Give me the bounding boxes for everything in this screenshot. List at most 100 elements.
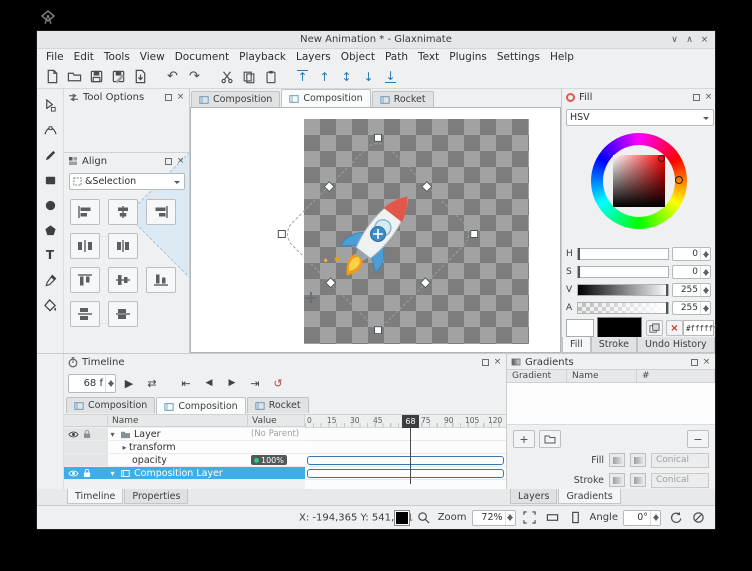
tool-draw-bezier[interactable] [39,119,61,141]
hue-spinbox[interactable]: 0 [672,247,711,261]
timeline-header[interactable]: Timeline × [64,354,506,370]
current-color-swatch[interactable] [597,317,642,338]
tool-options-header[interactable]: Tool Options × [64,89,189,105]
tool-edit-nodes[interactable] [39,94,61,116]
float-panel-icon[interactable] [482,359,489,366]
zoom-fit-button[interactable] [521,509,539,526]
tool-draw-freehand[interactable] [39,144,61,166]
lower-button[interactable]: ↓ [358,67,379,87]
anchor-point-marker[interactable] [305,292,316,303]
hue-marker[interactable] [675,176,683,184]
next-frame-button[interactable]: ▶ [222,373,242,393]
layer-row[interactable]: ▾ Layer (No Parent) [64,428,305,441]
saturation-spinbox[interactable]: 0 [672,265,711,279]
move-to-top-button[interactable]: ↑ [292,67,313,87]
gradients-header[interactable]: Gradients × [507,354,715,370]
move-to-bottom-button[interactable]: ↓ [380,67,401,87]
playhead[interactable] [410,428,411,484]
canvas-tab-rocket[interactable]: Rocket [372,91,434,107]
menu-path[interactable]: Path [380,51,413,63]
alpha-slider[interactable] [577,302,669,314]
no-rotation-button[interactable] [689,509,707,526]
stroke-radial-toggle[interactable] [630,473,646,487]
tool-ellipse[interactable] [39,194,61,216]
menu-text[interactable]: Text [413,51,444,63]
tool-star[interactable] [39,219,61,241]
new-document-button[interactable] [42,67,63,87]
align-relative-to-select[interactable]: &Selection [69,173,185,190]
menu-document[interactable]: Document [170,51,234,63]
glaxnimate-desktop-icon[interactable] [38,8,58,28]
angle-spinbox[interactable]: 0° [623,510,661,526]
menu-file[interactable]: File [41,51,69,63]
menu-view[interactable]: View [135,51,170,63]
tool-fill[interactable] [39,294,61,316]
timeline-tracks[interactable]: 0 15 30 45 75 90 105 120 68 [305,414,506,490]
open-document-button[interactable] [64,67,85,87]
color-space-select[interactable]: HSV [566,109,714,126]
alpha-spinbox[interactable]: 255 [672,301,711,315]
palette-button[interactable] [646,320,663,336]
loop-button[interactable]: ⇄ [142,373,162,393]
close-button[interactable]: × [697,35,712,45]
transform-row[interactable]: ▸ transform [64,441,305,454]
save-button[interactable] [86,67,107,87]
frame-ruler[interactable]: 0 15 30 45 75 90 105 120 68 [305,415,506,428]
float-panel-icon[interactable] [165,158,172,165]
gradient-list[interactable] [507,383,715,425]
close-panel-icon[interactable]: × [702,357,711,367]
play-button[interactable]: ▶ [119,373,139,393]
opacity-row[interactable]: opacity 100% [64,454,305,467]
value-slider[interactable] [577,284,669,296]
frame-spinbox[interactable]: 68 f [68,374,116,393]
menu-tools[interactable]: Tools [99,51,135,63]
close-panel-icon[interactable]: × [493,357,502,367]
clear-color-button[interactable]: × [666,320,683,336]
redo-button[interactable]: ↷ [184,67,205,87]
sv-marker[interactable] [658,155,665,162]
visibility-eye-icon[interactable] [68,469,79,478]
undo-button[interactable]: ↶ [162,67,183,87]
fit-width-button[interactable] [544,509,562,526]
cut-button[interactable] [216,67,237,87]
move-layer-button[interactable]: ↕ [336,67,357,87]
canvas-tab-composition-1[interactable]: Composition [191,91,280,107]
fill-gradient-type-select[interactable]: Conical [651,453,709,468]
go-last-frame-button[interactable]: ⇥ [245,373,265,393]
add-gradient-button[interactable]: + [513,430,535,448]
new-gradient-preset-button[interactable] [539,430,561,448]
expander-icon[interactable]: ▸ [120,443,129,452]
selection-handle-corner[interactable] [470,230,478,238]
menu-help[interactable]: Help [545,51,579,63]
dock-tab-gradients[interactable]: Gradients [558,489,620,504]
close-panel-icon[interactable]: × [704,92,713,102]
float-panel-icon[interactable] [165,94,172,101]
distribute-v-outside-button[interactable] [70,301,100,327]
timeline-tab-composition-1[interactable]: Composition [66,397,155,413]
fill-radial-toggle[interactable] [630,453,646,467]
tab-undo-history[interactable]: Undo History [637,337,715,353]
distribute-h-outside-button[interactable] [70,233,100,259]
expander-icon[interactable]: ▾ [108,469,117,478]
maximize-button[interactable]: ∧ [682,35,697,45]
tool-text[interactable]: T [39,244,61,266]
menu-edit[interactable]: Edit [69,51,99,63]
copy-button[interactable] [238,67,259,87]
align-bottom-button[interactable] [146,267,176,293]
distribute-v-center-button[interactable] [108,301,138,327]
zoom-button[interactable] [415,509,433,526]
timeline-tab-composition-2[interactable]: Composition [156,397,245,415]
align-v-center-button[interactable] [108,267,138,293]
close-panel-icon[interactable]: × [176,92,185,102]
hue-slider[interactable] [577,248,669,260]
float-panel-icon[interactable] [693,94,700,101]
secondary-color-swatch[interactable] [566,319,594,337]
tab-stroke[interactable]: Stroke [591,337,637,353]
align-h-center-button[interactable] [108,199,138,225]
paste-button[interactable] [260,67,281,87]
parent-value[interactable]: (No Parent) [248,429,305,439]
saturation-value-square[interactable] [613,155,665,207]
layer-track-bar[interactable] [307,469,504,478]
menu-object[interactable]: Object [336,51,380,63]
float-panel-icon[interactable] [691,359,698,366]
